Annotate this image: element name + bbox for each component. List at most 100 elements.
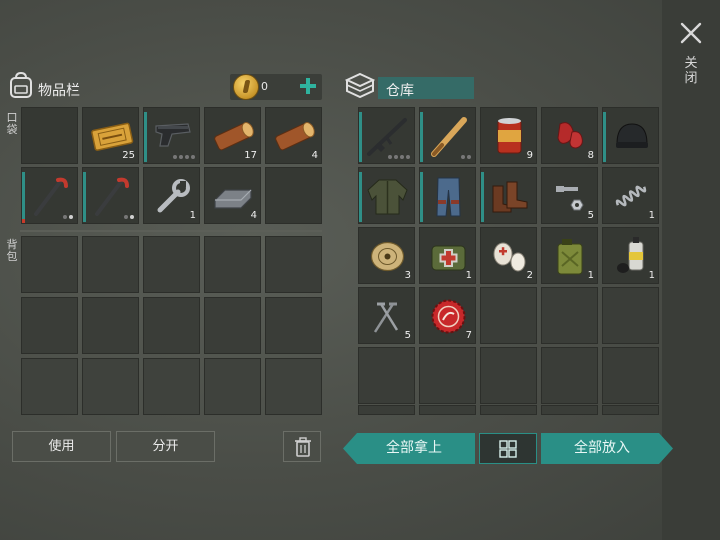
item-quantity: 5 [404, 330, 411, 341]
pocket-slot[interactable]: 1 [143, 167, 200, 224]
equipped-marker [481, 172, 484, 222]
storage-title: 仓库 [386, 83, 414, 99]
storage-slot[interactable] [602, 347, 659, 404]
storage-slot[interactable] [602, 107, 659, 164]
pocket-slot[interactable]: 25 [82, 107, 139, 164]
pocket-slot[interactable] [21, 167, 78, 224]
storage-slot[interactable]: 8 [541, 107, 598, 164]
storage-slot[interactable] [480, 405, 537, 415]
item-quantity: 17 [244, 150, 257, 161]
close-label[interactable]: 关闭 [683, 56, 699, 86]
backpack-slot[interactable] [143, 236, 200, 293]
pocket-slot[interactable]: 17 [204, 107, 261, 164]
storage-slot[interactable]: 1 [419, 227, 476, 284]
equipped-marker [420, 112, 423, 162]
backpack-slot-locked [21, 358, 78, 415]
storage-slot[interactable] [358, 167, 415, 224]
storage-slot[interactable]: 9 [480, 107, 537, 164]
storage-slot[interactable] [602, 287, 659, 344]
backpack-slot-locked [143, 358, 200, 415]
storage-slot[interactable] [358, 347, 415, 404]
jeans-icon [436, 177, 461, 217]
pocket-label: 口袋 [6, 111, 18, 136]
pocket-slot[interactable]: 4 [204, 167, 261, 224]
equipped-marker [359, 112, 362, 162]
coin-amount: 0 [261, 80, 268, 93]
plus-icon[interactable] [298, 76, 318, 96]
put-all-button[interactable]: 全部放入 [545, 433, 659, 464]
storage-slot[interactable]: 1 [602, 227, 659, 284]
storage-slot[interactable] [480, 347, 537, 404]
backpack-slot-locked [265, 358, 322, 415]
grid-sort-icon [499, 440, 517, 458]
beanie-icon [616, 123, 648, 148]
storage-slot[interactable] [419, 167, 476, 224]
equipped-marker [603, 112, 606, 162]
item-quantity: 7 [465, 330, 472, 341]
storage-slot[interactable] [419, 405, 476, 415]
backpack-slot[interactable] [82, 236, 139, 293]
storage-slot[interactable] [541, 347, 598, 404]
sort-button[interactable] [479, 433, 537, 464]
equipped-marker [83, 172, 86, 222]
take-all-button[interactable]: 全部拿上 [357, 433, 471, 464]
equipped-marker [359, 172, 362, 222]
crowbar-icon [95, 177, 129, 216]
use-button[interactable]: 使用 [12, 431, 111, 462]
storage-slot[interactable] [541, 405, 598, 415]
item-quantity: 3 [404, 270, 411, 281]
condition-indicator [63, 215, 73, 219]
pocket-slot-empty[interactable] [21, 107, 78, 164]
backpack-slot[interactable] [204, 236, 261, 293]
backpack-slot[interactable] [21, 236, 78, 293]
pocket-slot[interactable] [143, 107, 200, 164]
backpack-slot[interactable] [265, 297, 322, 354]
item-quantity: 1 [587, 270, 594, 281]
storage-slot[interactable] [480, 287, 537, 344]
backpack-slot-locked [204, 358, 261, 415]
backpack-slot[interactable] [143, 297, 200, 354]
storage-slot[interactable] [358, 405, 415, 415]
storage-slot[interactable]: 3 [358, 227, 415, 284]
ammo-indicator [388, 155, 410, 159]
close-icon[interactable] [680, 22, 702, 44]
pocket-slot-empty[interactable] [265, 167, 322, 224]
storage-slot[interactable]: 7 [419, 287, 476, 344]
storage-slot[interactable]: 1 [541, 227, 598, 284]
storage-slot[interactable] [480, 167, 537, 224]
pocket-slot[interactable]: 4 [265, 107, 322, 164]
equipped-marker [144, 112, 147, 162]
item-quantity: 2 [526, 270, 533, 281]
item-quantity: 25 [122, 150, 135, 161]
backpack-slot[interactable] [204, 297, 261, 354]
item-quantity: 9 [526, 150, 533, 161]
trash-button[interactable] [283, 431, 321, 462]
storage-slot[interactable] [358, 107, 415, 164]
jacket-icon [367, 179, 408, 215]
rifle-icon [367, 118, 407, 156]
item-quantity: 1 [648, 210, 655, 221]
storage-slot[interactable]: 1 [602, 167, 659, 224]
boots-icon [492, 181, 528, 213]
storage-slot[interactable] [419, 107, 476, 164]
trash-icon [295, 437, 311, 457]
pistol-icon [155, 123, 191, 147]
storage-slot[interactable]: 5 [541, 167, 598, 224]
storage-box-icon [345, 72, 375, 98]
storage-slot[interactable]: 5 [358, 287, 415, 344]
backpack-slot[interactable] [21, 297, 78, 354]
ammo-indicator [173, 155, 195, 159]
item-quantity: 8 [587, 150, 594, 161]
backpack-label: 背包 [6, 238, 18, 263]
storage-slot[interactable] [419, 347, 476, 404]
condition-indicator [461, 155, 471, 159]
storage-slot[interactable]: 2 [480, 227, 537, 284]
backpack-slot[interactable] [265, 236, 322, 293]
backpack-slot[interactable] [82, 297, 139, 354]
item-quantity: 4 [250, 210, 257, 221]
storage-slot[interactable] [602, 405, 659, 415]
split-button[interactable]: 分开 [116, 431, 215, 462]
storage-slot[interactable] [541, 287, 598, 344]
pocket-slot[interactable] [82, 167, 139, 224]
backpack-icon [10, 71, 32, 98]
